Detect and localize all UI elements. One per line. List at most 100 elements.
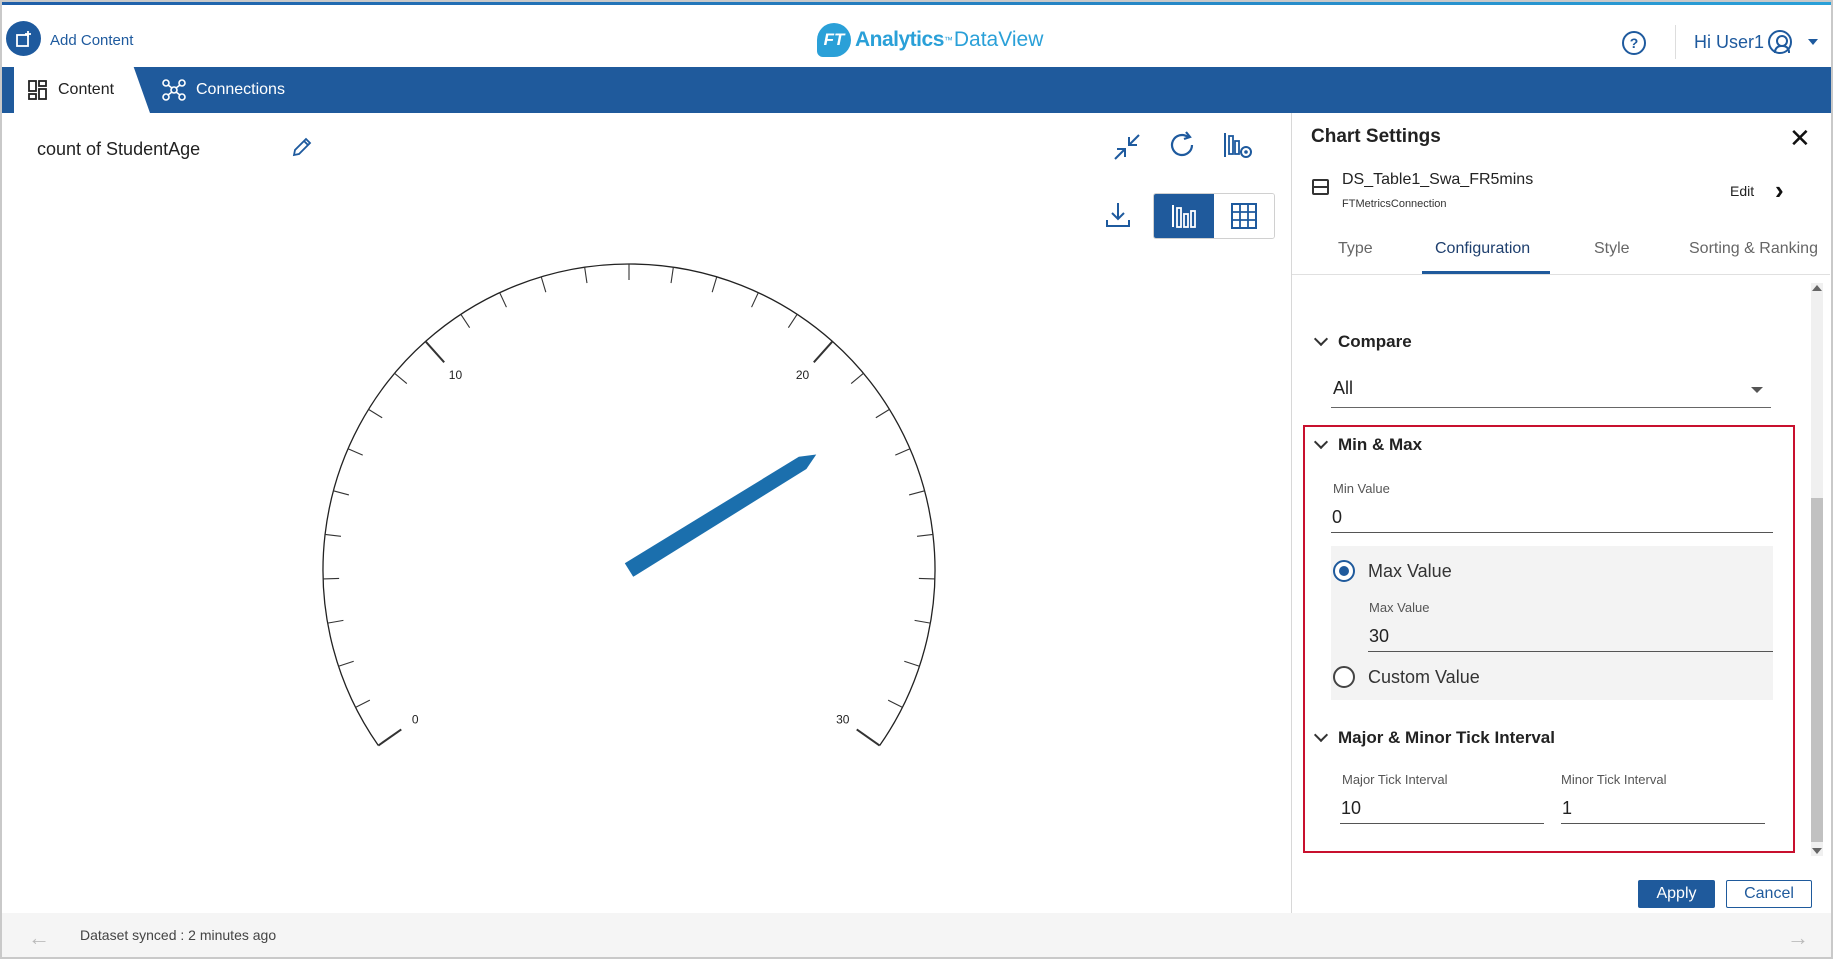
gauge-major-tick bbox=[813, 340, 834, 363]
gauge-tick-label: 10 bbox=[449, 368, 463, 382]
max-value-option-label[interactable]: Max Value bbox=[1368, 561, 1452, 582]
gauge-tick-label: 0 bbox=[412, 713, 419, 727]
custom-value-option-label[interactable]: Custom Value bbox=[1368, 667, 1480, 688]
sync-status: Dataset synced : 2 minutes ago bbox=[80, 927, 277, 943]
tab-connections-label: Connections bbox=[196, 81, 285, 98]
gauge-chart: 0 10 20 30 bbox=[322, 263, 936, 747]
tab-style[interactable]: Style bbox=[1594, 240, 1630, 258]
gauge-minor-tick bbox=[670, 267, 674, 284]
gauge-minor-tick bbox=[887, 699, 903, 708]
add-content-label[interactable]: Add Content bbox=[50, 32, 133, 49]
dataset-name: DS_Table1_Swa_FR5mins bbox=[1342, 171, 1534, 188]
min-value-text: 0 bbox=[1332, 507, 1343, 527]
minor-tick-input[interactable]: 1 bbox=[1561, 794, 1765, 824]
gauge-minor-tick bbox=[711, 276, 718, 293]
dataset-edit-link[interactable]: Edit bbox=[1730, 183, 1754, 199]
header-divider bbox=[1675, 25, 1676, 59]
gauge-minor-tick bbox=[368, 408, 383, 419]
status-footer: ← Dataset synced : 2 minutes ago → bbox=[2, 913, 1831, 957]
gauge-minor-tick bbox=[327, 619, 344, 624]
cancel-button[interactable]: Cancel bbox=[1726, 880, 1812, 908]
gauge-minor-tick bbox=[347, 448, 363, 456]
gauge-minor-tick bbox=[751, 292, 759, 308]
chevron-down-icon bbox=[1313, 434, 1329, 450]
minor-tick-value: 1 bbox=[1562, 798, 1573, 818]
gauge-major-tick bbox=[856, 728, 881, 747]
back-arrow-icon[interactable]: ← bbox=[28, 925, 50, 951]
main-navbar: Content Connections bbox=[0, 67, 1833, 113]
compare-section-header[interactable]: Compare bbox=[1313, 331, 1412, 352]
min-value-input[interactable]: 0 bbox=[1331, 503, 1773, 533]
chart-settings-icon[interactable] bbox=[1222, 130, 1254, 162]
gauge-minor-tick bbox=[904, 660, 920, 667]
add-content-icon bbox=[15, 30, 31, 47]
panel-title: Chart Settings bbox=[1311, 126, 1441, 147]
gauge-minor-tick bbox=[875, 408, 890, 419]
compare-selected-value: All bbox=[1333, 378, 1354, 398]
active-tab-underline bbox=[1422, 271, 1550, 274]
edit-title-pencil-icon[interactable] bbox=[290, 135, 314, 159]
chevron-right-icon[interactable]: › bbox=[1775, 175, 1784, 206]
min-max-section-header[interactable]: Min & Max bbox=[1313, 434, 1423, 455]
compare-select[interactable]: All bbox=[1331, 372, 1771, 408]
chevron-down-icon bbox=[1313, 727, 1329, 743]
max-value-input[interactable]: 30 bbox=[1368, 622, 1773, 652]
major-tick-label: Major Tick Interval bbox=[1342, 772, 1448, 787]
tab-content[interactable]: Content bbox=[14, 67, 150, 113]
gauge-minor-tick bbox=[850, 372, 864, 385]
gauge-minor-tick bbox=[584, 267, 588, 284]
compare-heading: Compare bbox=[1338, 332, 1412, 351]
gauge-major-tick bbox=[424, 340, 445, 363]
connection-name: FTMetricsConnection bbox=[1342, 198, 1447, 210]
gauge-minor-tick bbox=[540, 276, 547, 293]
scroll-down-arrow-icon[interactable] bbox=[1812, 848, 1822, 854]
min-max-heading: Min & Max bbox=[1338, 435, 1423, 454]
gauge-minor-tick bbox=[499, 292, 507, 308]
close-icon[interactable]: ✕ bbox=[1789, 123, 1811, 154]
bar-chart-view-icon bbox=[1172, 205, 1196, 228]
gauge-minor-tick bbox=[787, 314, 798, 329]
max-value-field-label: Max Value bbox=[1369, 600, 1430, 615]
gauge-major-tick bbox=[377, 728, 402, 747]
gauge-minor-tick bbox=[338, 660, 354, 667]
ft-logo-mark: FT bbox=[817, 23, 851, 57]
tick-interval-section-header[interactable]: Major & Minor Tick Interval bbox=[1313, 727, 1555, 748]
gauge-minor-tick bbox=[914, 619, 931, 624]
custom-value-radio[interactable] bbox=[1333, 666, 1355, 688]
major-tick-value: 10 bbox=[1341, 798, 1362, 818]
tab-connections[interactable]: Connections bbox=[162, 67, 285, 113]
network-nodes-icon bbox=[162, 79, 186, 101]
user-avatar-icon[interactable] bbox=[1768, 30, 1792, 54]
major-tick-input[interactable]: 10 bbox=[1340, 794, 1544, 824]
refresh-icon[interactable] bbox=[1167, 130, 1197, 160]
scroll-up-arrow-icon[interactable] bbox=[1812, 285, 1822, 291]
gauge-minor-tick bbox=[355, 699, 371, 708]
user-menu-caret-icon[interactable] bbox=[1808, 39, 1818, 45]
forward-arrow-icon[interactable]: → bbox=[1787, 925, 1809, 951]
user-greeting[interactable]: Hi User1 bbox=[1694, 32, 1764, 53]
app-header: Add Content FT Analytics ™ DataView ? Hi… bbox=[0, 5, 1833, 67]
tab-content-label: Content bbox=[58, 81, 115, 98]
gauge-arc bbox=[322, 263, 936, 746]
download-icon[interactable] bbox=[1103, 200, 1133, 230]
dataset-icon bbox=[1312, 179, 1329, 195]
chart-view-button[interactable] bbox=[1154, 194, 1214, 238]
min-value-label: Min Value bbox=[1333, 481, 1390, 496]
gauge-minor-tick bbox=[333, 490, 350, 496]
apply-button[interactable]: Apply bbox=[1638, 880, 1715, 908]
chart-title: count of StudentAge bbox=[37, 139, 201, 159]
help-icon[interactable]: ? bbox=[1622, 31, 1646, 55]
tab-configuration[interactable]: Configuration bbox=[1435, 240, 1530, 258]
tab-type[interactable]: Type bbox=[1338, 240, 1373, 258]
tab-sorting-ranking[interactable]: Sorting & Ranking bbox=[1689, 240, 1818, 258]
gauge-minor-tick bbox=[916, 533, 933, 537]
gauge-tick-label: 20 bbox=[796, 368, 810, 382]
dropdown-caret-icon bbox=[1751, 387, 1763, 393]
settings-scrollbar-thumb[interactable] bbox=[1811, 498, 1823, 842]
settings-tabs: Type Configuration Style Sorting & Ranki… bbox=[1292, 225, 1830, 275]
add-content-button[interactable] bbox=[6, 21, 41, 56]
max-value-radio[interactable] bbox=[1333, 560, 1355, 582]
chevron-down-icon bbox=[1313, 331, 1329, 347]
table-view-button[interactable] bbox=[1214, 194, 1274, 238]
collapse-icon[interactable] bbox=[1112, 132, 1142, 162]
